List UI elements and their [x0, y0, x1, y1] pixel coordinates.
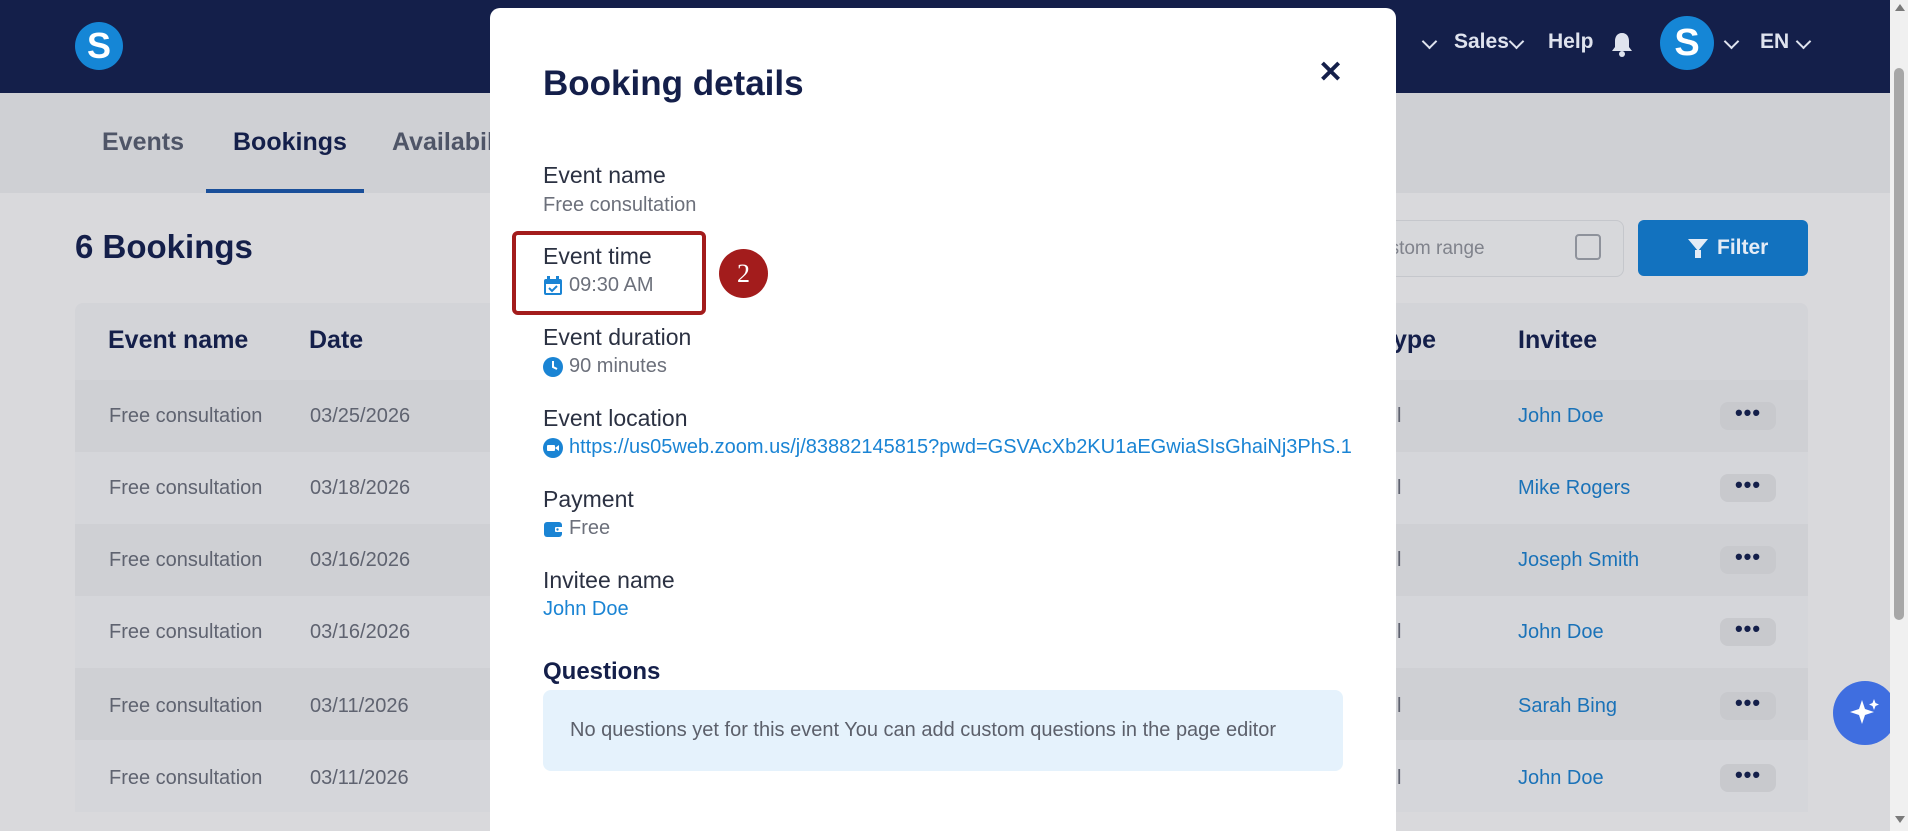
cell-date: 03/11/2026 — [310, 767, 409, 789]
chevron-down-icon[interactable] — [1795, 33, 1812, 50]
app-logo[interactable]: S — [75, 22, 123, 70]
tab-events[interactable]: Events — [102, 128, 184, 157]
cell-event-name: Free consultation — [109, 695, 263, 717]
cell-date: 03/18/2026 — [310, 477, 411, 499]
bell-icon[interactable] — [1611, 31, 1633, 57]
filter-label: Filter — [1717, 236, 1769, 259]
sparkle-icon — [1850, 699, 1879, 724]
invitee-name-value: John Doe — [543, 598, 629, 621]
column-header-invitee[interactable]: Invitee — [1518, 326, 1597, 355]
event-location-label: Event location — [543, 405, 688, 431]
cell-type: l — [1397, 405, 1402, 427]
row-more-button[interactable]: ••• — [1720, 692, 1776, 720]
column-header-event-name[interactable]: Event name — [108, 326, 248, 355]
cell-event-name: Free consultation — [109, 767, 263, 789]
chevron-down-icon[interactable] — [1723, 33, 1740, 50]
nav-item-sales[interactable]: Sales — [1454, 30, 1509, 54]
event-location-value: https://us05web.zoom.us/j/83882145815?pw… — [543, 436, 1352, 459]
cell-event-name: Free consultation — [109, 477, 263, 499]
event-duration-value: 90 minutes — [543, 355, 667, 378]
chevron-down-icon[interactable] — [1508, 33, 1525, 50]
cell-type: l — [1397, 767, 1402, 789]
row-more-button[interactable]: ••• — [1720, 474, 1776, 502]
row-more-button[interactable]: ••• — [1720, 402, 1776, 430]
step-highlight-box — [512, 231, 706, 315]
invitee-name-link[interactable]: John Doe — [543, 598, 629, 621]
chevron-down-icon[interactable] — [1421, 33, 1438, 50]
language-selector[interactable]: EN — [1760, 30, 1789, 54]
event-name-text: Free consultation — [543, 194, 697, 216]
cell-event-name: Free consultation — [109, 621, 263, 643]
cell-date: 03/11/2026 — [310, 695, 409, 717]
filter-icon — [1688, 239, 1708, 258]
modal-title: Booking details — [543, 64, 804, 103]
cell-type: l — [1397, 695, 1402, 717]
cell-invitee-link[interactable]: Mike Rogers — [1518, 477, 1630, 500]
cell-invitee-link[interactable]: John Doe — [1518, 767, 1604, 790]
user-avatar[interactable]: S — [1660, 16, 1714, 70]
nav-item-help[interactable]: Help — [1548, 30, 1594, 54]
row-more-button[interactable]: ••• — [1720, 764, 1776, 792]
cell-event-name: Free consultation — [109, 549, 263, 571]
cell-invitee-link[interactable]: Sarah Bing — [1518, 695, 1617, 718]
zoom-meeting-link[interactable]: https://us05web.zoom.us/j/83882145815?pw… — [569, 436, 1352, 459]
booking-details-modal: Booking details ✕ Event name Free consul… — [490, 8, 1396, 831]
scroll-up-arrow-icon[interactable] — [1895, 4, 1905, 11]
cell-type: l — [1397, 621, 1402, 643]
active-tab-indicator — [206, 189, 364, 193]
event-duration-label: Event duration — [543, 324, 692, 350]
payment-text: Free — [569, 517, 611, 539]
calendar-icon[interactable] — [1575, 234, 1601, 260]
cell-date: 03/25/2026 — [310, 405, 411, 427]
column-header-date[interactable]: Date — [309, 326, 363, 355]
video-camera-icon — [543, 437, 563, 458]
tab-bookings[interactable]: Bookings — [233, 128, 347, 157]
invitee-name-label: Invitee name — [543, 567, 675, 593]
payment-label: Payment — [543, 486, 634, 512]
questions-empty-box: No questions yet for this event You can … — [543, 690, 1343, 771]
cell-event-name: Free consultation — [109, 405, 263, 427]
date-range-input[interactable]: ustom range — [1360, 220, 1624, 277]
payment-value: Free — [543, 517, 610, 540]
event-name-value: Free consultation — [543, 194, 696, 217]
row-more-button[interactable]: ••• — [1720, 618, 1776, 646]
cell-invitee-link[interactable]: John Doe — [1518, 405, 1604, 428]
ai-assistant-button[interactable] — [1833, 681, 1897, 745]
page-scrollbar[interactable] — [1890, 0, 1908, 831]
wallet-icon — [544, 521, 563, 537]
cell-invitee-link[interactable]: Joseph Smith — [1518, 549, 1639, 572]
cell-date: 03/16/2026 — [310, 621, 411, 643]
row-more-button[interactable]: ••• — [1720, 546, 1776, 574]
questions-heading: Questions — [543, 658, 661, 685]
cell-type: l — [1397, 549, 1402, 571]
cell-date: 03/16/2026 — [310, 549, 411, 571]
page-title: 6 Bookings — [75, 228, 253, 265]
cell-invitee-link[interactable]: John Doe — [1518, 621, 1604, 644]
clock-icon — [543, 356, 563, 377]
event-name-label: Event name — [543, 162, 666, 188]
scroll-down-arrow-icon[interactable] — [1895, 816, 1905, 823]
tab-availability[interactable]: Availabili — [392, 128, 501, 157]
questions-empty-text: No questions yet for this event You can … — [570, 719, 1277, 741]
close-icon[interactable]: ✕ — [1318, 58, 1343, 88]
event-duration-text: 90 minutes — [569, 355, 667, 377]
filter-button[interactable]: Filter — [1638, 220, 1808, 276]
step-number-badge: 2 — [719, 249, 768, 298]
scroll-thumb[interactable] — [1894, 68, 1904, 620]
column-header-type[interactable]: ype — [1393, 326, 1436, 355]
cell-type: l — [1397, 477, 1402, 499]
